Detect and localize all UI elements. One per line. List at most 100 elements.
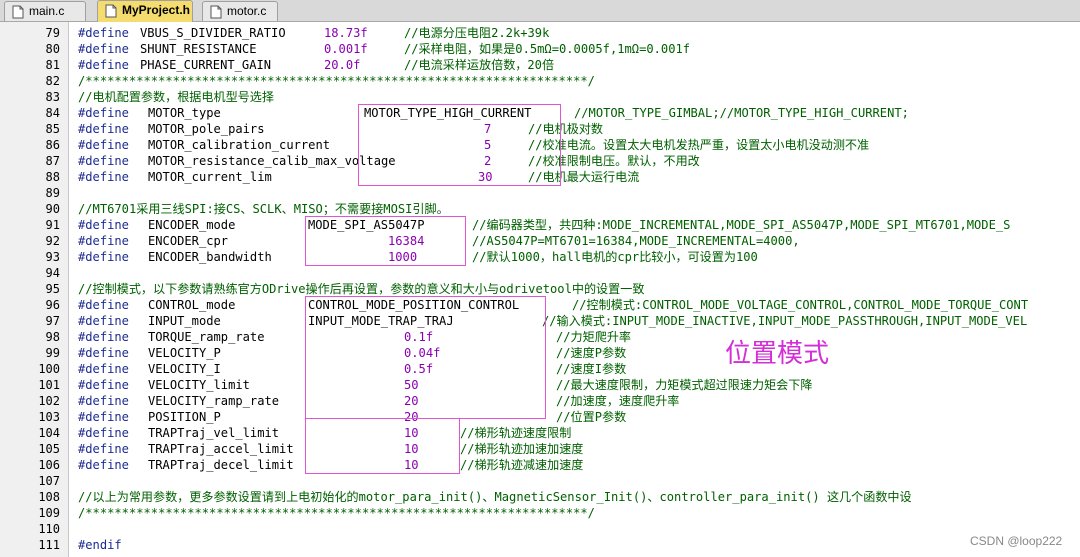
inline-comment: //MOTOR_TYPE_GIMBAL;//MOTOR_TYPE_HIGH_CU… xyxy=(574,106,909,120)
preprocessor-directive: #define xyxy=(78,394,129,408)
inline-comment: //默认1000，hall电机的cpr比较小，可设置为100 xyxy=(472,250,758,264)
preprocessor-directive: #define xyxy=(78,458,129,472)
macro-name: VBUS_S_DIVIDER_RATIO xyxy=(140,26,286,40)
line-number: 84 xyxy=(45,106,60,120)
preprocessor-directive: #define xyxy=(78,218,129,232)
line-number: 82 xyxy=(45,74,60,88)
editor-tab-bar: main.c MyProject.h motor.c xyxy=(0,0,1080,22)
line-number: 83 xyxy=(45,90,60,104)
macro-name: TRAPTraj_vel_limit xyxy=(148,426,280,440)
preprocessor-directive: #define xyxy=(78,250,129,264)
macro-value: 0.1f xyxy=(404,330,434,344)
macro-value: 10 xyxy=(404,426,419,440)
preprocessor-directive: #define xyxy=(78,442,129,456)
macro-name: VELOCITY_ramp_rate xyxy=(148,394,280,408)
macro-name: TRAPTraj_accel_limit xyxy=(148,442,294,456)
macro-value: 10 xyxy=(404,442,419,456)
macro-value: 16384 xyxy=(388,234,425,248)
inline-comment: //电流采样运放倍数，20倍 xyxy=(404,58,555,72)
inline-comment: //采样电阻，如果是0.5mΩ=0.0005f,1mΩ=0.001f xyxy=(404,42,691,56)
macro-value: 20.0f xyxy=(324,58,361,72)
line-number: 98 xyxy=(45,330,60,344)
tab-label: motor.c xyxy=(227,4,267,18)
macro-name: ENCODER_bandwidth xyxy=(148,250,272,264)
comment: //控制模式，以下参数请熟练官方ODrive操作后再设置，参数的意义和大小与od… xyxy=(78,282,645,296)
line-number: 111 xyxy=(38,538,60,552)
macro-name: MOTOR_type xyxy=(148,106,221,120)
macro-value: 20 xyxy=(404,394,419,408)
tab-myproject-h[interactable]: MyProject.h xyxy=(97,0,193,22)
tab-motor-c[interactable]: motor.c xyxy=(202,1,278,21)
preprocessor-directive: #define xyxy=(78,106,129,120)
line-number-gutter: 79 80 81 82 83 84 85 86 87 88 89 90 91 92 93 94 95 96 97 98… xyxy=(0,22,69,557)
macro-name: SHUNT_RESISTANCE xyxy=(140,42,257,56)
tab-main-c[interactable]: main.c xyxy=(4,1,86,21)
line-number: 95 xyxy=(45,282,60,296)
inline-comment: //电机最大运行电流 xyxy=(528,170,640,184)
preprocessor-directive: #define xyxy=(78,426,129,440)
macro-value: 30 xyxy=(478,170,493,184)
macro-name: MOTOR_current_lim xyxy=(148,170,272,184)
inline-comment: //力矩爬升率 xyxy=(556,330,632,344)
line-number: 94 xyxy=(45,266,60,280)
line-number: 103 xyxy=(38,410,60,424)
macro-name: INPUT_mode xyxy=(148,314,221,328)
inline-comment: //位置P参数 xyxy=(556,410,627,424)
line-number: 107 xyxy=(38,474,60,488)
comment: /***************************************… xyxy=(78,74,595,88)
macro-value: 20 xyxy=(404,410,419,424)
macro-name: PHASE_CURRENT_GAIN xyxy=(140,58,272,72)
tab-label: main.c xyxy=(29,4,65,18)
line-number: 87 xyxy=(45,154,60,168)
line-number: 105 xyxy=(38,442,60,456)
line-number: 99 xyxy=(45,346,60,360)
watermark: CSDN @loop222 xyxy=(970,534,1063,548)
line-number: 102 xyxy=(38,394,60,408)
inline-comment: //梯形轨迹加速加速度 xyxy=(460,442,584,456)
macro-value: 5 xyxy=(484,138,492,152)
preprocessor-directive: #define xyxy=(78,26,129,40)
macro-name: MOTOR_pole_pairs xyxy=(148,122,265,136)
h-file-icon xyxy=(105,4,117,18)
preprocessor-directive: #endif xyxy=(78,538,122,552)
macro-name: TRAPTraj_decel_limit xyxy=(148,458,294,472)
preprocessor-directive: #define xyxy=(78,378,129,392)
line-number: 100 xyxy=(38,362,60,376)
inline-comment: //梯形轨迹减速加速度 xyxy=(460,458,584,472)
macro-value: INPUT_MODE_TRAP_TRAJ xyxy=(308,314,454,328)
macro-value: 50 xyxy=(404,378,419,392)
line-number: 104 xyxy=(38,426,60,440)
inline-comment: //速度P参数 xyxy=(556,346,627,360)
inline-comment: //电源分压电阻2.2k+39k xyxy=(404,26,550,40)
inline-comment: //电机极对数 xyxy=(528,122,604,136)
macro-value: 0.5f xyxy=(404,362,434,376)
line-number: 108 xyxy=(38,490,60,504)
inline-comment: //梯形轨迹速度限制 xyxy=(460,426,572,440)
macro-value: 0.001f xyxy=(324,42,368,56)
macro-value: 2 xyxy=(484,154,492,168)
comment: //以上为常用参数，更多参数设置请到上电初始化的motor_para_init(… xyxy=(78,490,912,504)
inline-comment: //加速度，速度爬升率 xyxy=(556,394,680,408)
macro-name: VELOCITY_limit xyxy=(148,378,250,392)
preprocessor-directive: #define xyxy=(78,362,129,376)
macro-value: 1000 xyxy=(388,250,418,264)
c-file-icon xyxy=(12,5,24,19)
preprocessor-directive: #define xyxy=(78,42,129,56)
preprocessor-directive: #define xyxy=(78,330,129,344)
inline-comment: //校准限制电压。默认，不用改 xyxy=(528,154,700,168)
macro-name: TORQUE_ramp_rate xyxy=(148,330,265,344)
line-number: 79 xyxy=(45,26,60,40)
macro-name: VELOCITY_I xyxy=(148,362,221,376)
line-number: 96 xyxy=(45,298,60,312)
macro-value: 7 xyxy=(484,122,492,136)
inline-comment: //输入模式:INPUT_MODE_INACTIVE,INPUT_MODE_PA… xyxy=(542,314,1028,328)
preprocessor-directive: #define xyxy=(78,234,129,248)
preprocessor-directive: #define xyxy=(78,314,129,328)
preprocessor-directive: #define xyxy=(78,122,129,136)
macro-name: MOTOR_calibration_current xyxy=(148,138,331,152)
macro-value: MOTOR_TYPE_HIGH_CURRENT xyxy=(364,106,532,120)
macro-value: CONTROL_MODE_POSITION_CONTROL xyxy=(308,298,520,312)
line-number: 91 xyxy=(45,218,60,232)
line-number: 106 xyxy=(38,458,60,472)
preprocessor-directive: #define xyxy=(78,170,129,184)
